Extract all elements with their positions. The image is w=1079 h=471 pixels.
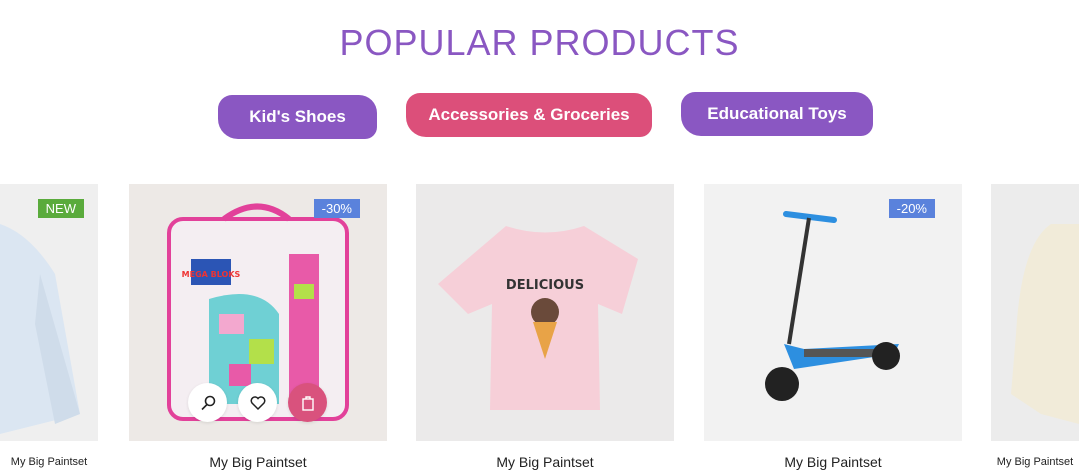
product-image[interactable]: NEW: [0, 184, 98, 441]
wishlist-button[interactable]: [238, 383, 277, 422]
puffer-jacket-image: [1011, 224, 1079, 424]
new-badge: NEW: [37, 199, 84, 218]
product-card[interactable]: NEW My Big Paintset: [0, 184, 98, 468]
product-image[interactable]: MEGA BLOKS -30%: [129, 184, 387, 441]
product-name[interactable]: My Big Paintset: [0, 456, 98, 468]
add-to-cart-button[interactable]: [288, 383, 327, 422]
tshirt-image: DELICIOUS: [438, 226, 638, 410]
shopping-bag-icon: [301, 395, 314, 411]
section-title: POPULAR PRODUCTS: [339, 22, 740, 63]
product-name[interactable]: My Big Paintset: [991, 456, 1079, 468]
product-card[interactable]: DELICIOUS My Big Paintset: [416, 184, 674, 470]
product-image[interactable]: [991, 184, 1079, 441]
discount-badge: -20%: [888, 199, 935, 218]
quick-view-button[interactable]: [188, 383, 227, 422]
product-name[interactable]: My Big Paintset: [416, 454, 674, 470]
heart-icon: [250, 395, 265, 410]
product-name[interactable]: My Big Paintset: [704, 454, 962, 470]
product-card[interactable]: My Big Paintset: [991, 184, 1079, 468]
shirt-image: [0, 224, 80, 434]
search-icon: [200, 395, 215, 410]
tab-kids-shoes[interactable]: Kid's Shoes: [218, 95, 377, 139]
product-card[interactable]: -20% My Big Paintset: [704, 184, 962, 470]
product-name[interactable]: My Big Paintset: [129, 454, 387, 470]
tab-educational-toys[interactable]: Educational Toys: [681, 92, 873, 136]
tshirt-print-text: DELICIOUS: [506, 278, 584, 293]
product-image[interactable]: DELICIOUS: [416, 184, 674, 441]
discount-badge: -30%: [313, 199, 360, 218]
tab-accessories-groceries[interactable]: Accessories & Groceries: [406, 93, 652, 137]
scooter-image: [765, 211, 900, 401]
mega-bloks-logo: MEGA BLOKS: [182, 270, 241, 279]
product-image[interactable]: -20%: [704, 184, 962, 441]
product-card[interactable]: MEGA BLOKS -30% My Big Paintset: [129, 184, 387, 470]
